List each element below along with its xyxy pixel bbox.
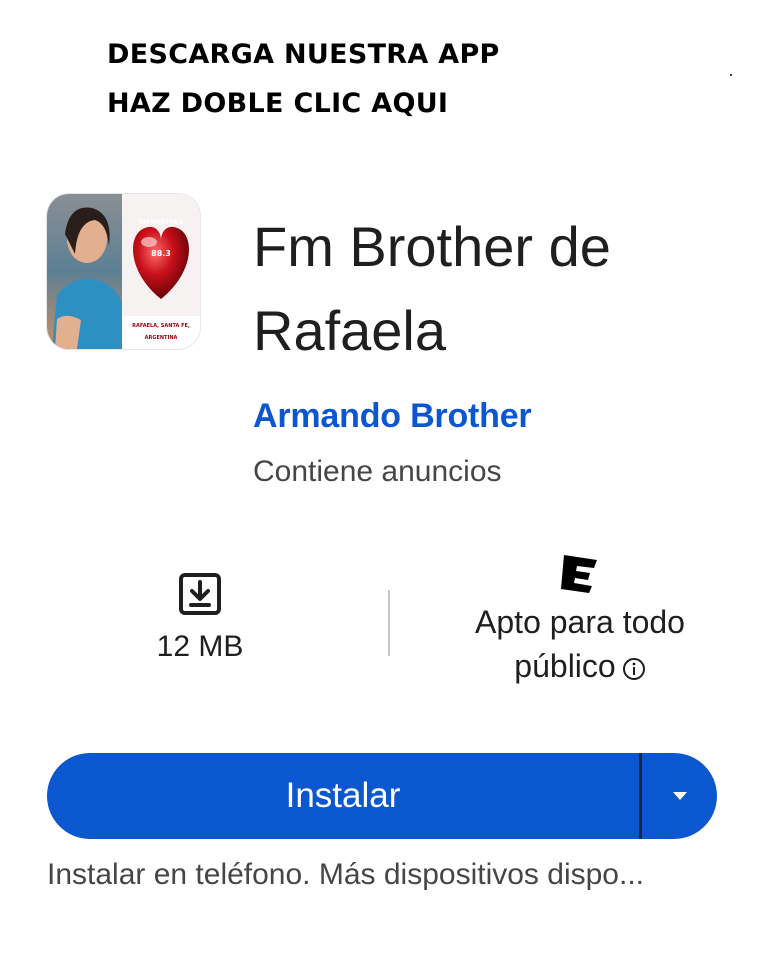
rating-line-2: público	[514, 648, 616, 684]
rating-line-2-wrap: público	[445, 644, 715, 688]
banner-line-2: HAZ DOBLE CLIC AQUI	[107, 88, 449, 119]
install-options-button[interactable]	[642, 753, 717, 839]
install-button[interactable]: Instalar	[47, 753, 639, 839]
download-size-stat: 12 MB	[140, 572, 260, 664]
rating-line-1: Apto para todo	[475, 604, 685, 640]
info-icon[interactable]	[622, 657, 646, 681]
developer-link[interactable]: Armando Brother	[253, 397, 532, 436]
install-device-note: Instalar en teléfono. Más dispositivos d…	[47, 858, 644, 891]
stats-divider	[388, 590, 390, 656]
app-icon-artwork: FM BROTHER 88.3 RAFAELA, SANTA FE, ARGEN…	[47, 194, 200, 349]
download-icon	[179, 573, 221, 615]
icon-text-city: RAFAELA, SANTA FE,	[132, 323, 190, 329]
ads-note: Contiene anuncios	[253, 455, 502, 488]
download-size: 12 MB	[156, 630, 244, 663]
icon-text-country: ARGENTINA	[145, 335, 178, 341]
esrb-everyone-icon	[561, 555, 597, 593]
install-button-group: Instalar	[47, 753, 717, 839]
download-banner[interactable]: DESCARGA NUESTRA APP HAZ DOBLE CLIC AQUI	[107, 30, 500, 128]
dropdown-arrow-icon	[672, 792, 687, 800]
app-title: Fm Brother de Rafaela	[253, 215, 611, 362]
stray-dot	[730, 74, 732, 76]
content-rating-stat[interactable]: Apto para todo público	[445, 552, 715, 688]
icon-text-top: FM BROTHER	[139, 219, 184, 226]
icon-text-freq: 88.3	[151, 249, 171, 258]
app-icon: FM BROTHER 88.3 RAFAELA, SANTA FE, ARGEN…	[47, 194, 200, 349]
banner-line-1: DESCARGA NUESTRA APP	[107, 39, 500, 70]
